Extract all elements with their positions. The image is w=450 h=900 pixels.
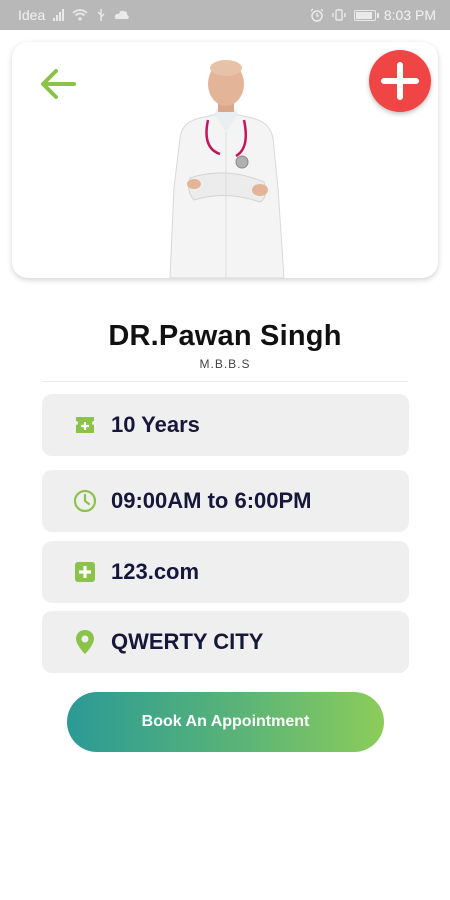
battery-icon [353,9,379,21]
experience-row: 10 Years [42,394,409,456]
signal-icon [53,9,65,21]
clock-icon [72,488,98,514]
cloud-icon [115,10,130,19]
location-pin-icon [72,629,98,655]
plus-icon [381,62,419,100]
medical-cross-icon [72,559,98,585]
doctor-degree: M.B.B.S [199,357,251,371]
divider [42,381,408,382]
status-left: Idea [18,7,130,23]
status-time: 8:03 PM [383,7,436,23]
location-row: QWERTY CITY [42,611,409,673]
status-right: 8:03 PM [310,7,436,23]
wifi-icon [72,9,88,21]
book-appointment-button[interactable]: Book An Appointment [67,692,384,752]
doctor-photo [169,60,285,278]
status-bar: Idea 8:03 PM [0,0,450,30]
website-text: 123.com [111,559,200,584]
experience-icon [72,412,98,438]
website-row: 123.com [42,541,409,603]
timing-text: 09:00AM to 6:00PM [111,488,312,513]
doctor-name: DR.Pawan Singh [108,320,342,352]
add-button[interactable] [369,50,431,112]
vibrate-icon [332,9,346,21]
usb-icon [97,9,105,21]
timing-row: 09:00AM to 6:00PM [42,470,409,532]
back-arrow-icon[interactable] [34,64,82,104]
location-text: QWERTY CITY [111,629,264,654]
experience-text: 10 Years [111,412,200,437]
carrier-label: Idea [18,7,46,23]
alarm-icon [310,8,324,22]
